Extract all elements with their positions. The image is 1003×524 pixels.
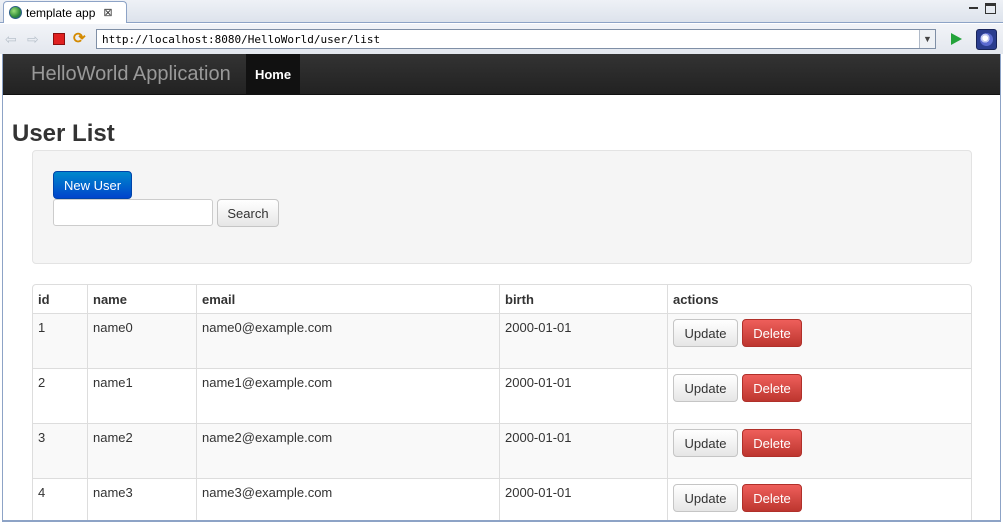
- editor-tab-strip: template app ⊠: [0, 0, 1003, 23]
- header-actions: actions: [667, 285, 971, 313]
- delete-button[interactable]: Delete: [742, 374, 802, 402]
- cell-id: 1: [33, 313, 87, 368]
- cell-birth: 2000-01-01: [499, 478, 667, 520]
- cell-birth: 2000-01-01: [499, 423, 667, 478]
- cell-name: name1: [87, 368, 196, 423]
- refresh-icon[interactable]: ⟳: [73, 31, 87, 46]
- cell-name: name0: [87, 313, 196, 368]
- cell-email: name0@example.com: [196, 313, 499, 368]
- nav-home[interactable]: Home: [246, 54, 300, 94]
- url-input[interactable]: [97, 30, 919, 48]
- delete-button[interactable]: Delete: [742, 429, 802, 457]
- table-row: 1 name0 name0@example.com 2000-01-01 Upd…: [33, 313, 971, 368]
- globe-icon: [9, 6, 22, 19]
- forward-icon[interactable]: ⇨: [27, 32, 41, 46]
- update-button[interactable]: Update: [673, 429, 738, 457]
- header-id: id: [38, 292, 50, 307]
- cell-email: name2@example.com: [196, 423, 499, 478]
- controls-panel: New User Search: [32, 150, 972, 264]
- cell-birth: 2000-01-01: [499, 368, 667, 423]
- browser-viewport: HelloWorld Application Home User List Ne…: [2, 54, 1001, 522]
- cell-id: 2: [33, 368, 87, 423]
- editor-tab[interactable]: template app ⊠: [3, 1, 127, 23]
- search-input[interactable]: [53, 199, 213, 226]
- navbar: HelloWorld Application Home: [3, 54, 1000, 95]
- eclipse-icon[interactable]: [976, 29, 997, 50]
- cell-name: name2: [87, 423, 196, 478]
- update-button[interactable]: Update: [673, 374, 738, 402]
- go-icon[interactable]: [951, 33, 962, 45]
- table-row: 3 name2 name2@example.com 2000-01-01 Upd…: [33, 423, 971, 478]
- close-icon[interactable]: ⊠: [103, 6, 112, 19]
- update-button[interactable]: Update: [673, 319, 738, 347]
- update-button[interactable]: Update: [673, 484, 738, 512]
- cell-actions: Update Delete: [667, 368, 971, 423]
- new-user-button[interactable]: New User: [53, 171, 132, 199]
- cell-id: 3: [33, 423, 87, 478]
- cell-birth: 2000-01-01: [499, 313, 667, 368]
- header-birth: birth: [499, 285, 667, 313]
- header-name: name: [87, 285, 196, 313]
- browser-toolbar: ⇦ ⇨ ⟳ ▼: [0, 24, 1003, 54]
- user-table: id name email birth actions 1 name0 name…: [32, 284, 972, 520]
- maximize-icon[interactable]: [985, 3, 996, 14]
- cell-email: name3@example.com: [196, 478, 499, 520]
- cell-email: name1@example.com: [196, 368, 499, 423]
- search-button[interactable]: Search: [217, 199, 279, 227]
- dropdown-icon[interactable]: ▼: [919, 30, 935, 48]
- table-row: 4 name3 name3@example.com 2000-01-01 Upd…: [33, 478, 971, 520]
- brand[interactable]: HelloWorld Application: [31, 63, 231, 86]
- delete-button[interactable]: Delete: [742, 319, 802, 347]
- minimize-icon[interactable]: [968, 3, 980, 15]
- cell-name: name3: [87, 478, 196, 520]
- cell-id: 4: [33, 478, 87, 520]
- editor-tab-title: template app: [26, 5, 96, 20]
- table-row: 2 name1 name1@example.com 2000-01-01 Upd…: [33, 368, 971, 423]
- page-title: User List: [12, 120, 115, 147]
- header-email: email: [196, 285, 499, 313]
- cell-actions: Update Delete: [667, 313, 971, 368]
- stop-icon[interactable]: [53, 33, 65, 45]
- address-bar[interactable]: ▼: [96, 29, 936, 49]
- delete-button[interactable]: Delete: [742, 484, 802, 512]
- cell-actions: Update Delete: [667, 423, 971, 478]
- cell-actions: Update Delete: [667, 478, 971, 520]
- table-header-row: id name email birth actions: [33, 285, 971, 313]
- back-icon[interactable]: ⇦: [5, 32, 19, 46]
